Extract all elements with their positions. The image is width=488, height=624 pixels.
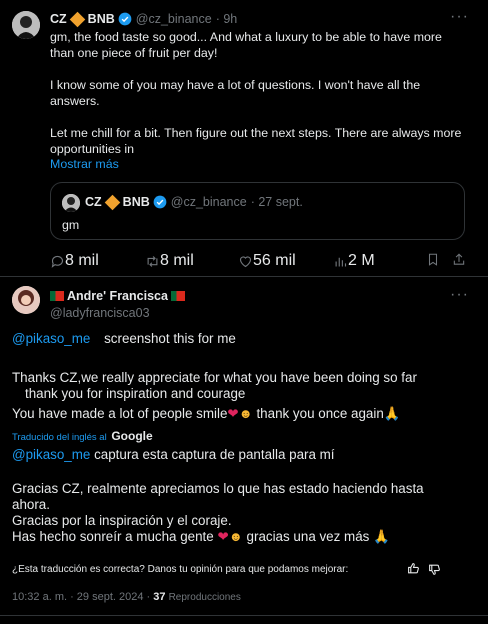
reply-text-4-end: thank you once again bbox=[256, 406, 384, 421]
quote-header: CZ BNB @cz_binance · 27 sept. bbox=[85, 194, 303, 210]
like-count: 56 mil bbox=[253, 252, 296, 269]
tweet-line: gm, the food taste so good... And what a… bbox=[50, 30, 442, 44]
tweet-line: opportunities in bbox=[50, 142, 135, 156]
like-button[interactable]: 56 mil bbox=[238, 252, 296, 270]
author-handle[interactable]: @cz_binance bbox=[136, 12, 212, 26]
quoted-tweet[interactable]: CZ BNB @cz_binance · 27 sept. gm bbox=[50, 182, 465, 240]
portugal-flag-icon bbox=[50, 291, 64, 301]
reply-icon bbox=[51, 255, 64, 268]
reply-line: @pikaso_me screenshot this for me bbox=[12, 331, 236, 348]
smiling-hearts-emoji-icon: ☻ bbox=[228, 529, 243, 544]
reply-line: thank you for inspiration and courage bbox=[25, 386, 246, 401]
translated-line: ahora. bbox=[12, 497, 50, 512]
reply-meta: 10:32 a. m. · 29 sept. 2024 · 37 Reprodu… bbox=[12, 591, 241, 603]
tweet-body: gm, the food taste so good... And what a… bbox=[50, 29, 475, 157]
thumbs-down-icon[interactable] bbox=[428, 563, 441, 581]
more-options-icon[interactable]: ··· bbox=[450, 286, 469, 304]
heart-emoji-icon: ❤ bbox=[217, 529, 229, 544]
tweet-line: Let me chill for a bit. Then figure out … bbox=[50, 126, 462, 140]
reply-line: You have made a lot of people smile❤☻ th… bbox=[12, 406, 400, 423]
more-options-icon[interactable]: ··· bbox=[450, 8, 469, 26]
show-more-link[interactable]: Mostrar más bbox=[50, 157, 119, 171]
mention-link[interactable]: @pikaso_me bbox=[12, 331, 90, 346]
heart-icon bbox=[239, 255, 252, 267]
reply-text-4: You have made a lot of people smile bbox=[12, 406, 228, 421]
verified-badge-icon bbox=[118, 12, 132, 26]
views-chart-icon bbox=[335, 257, 347, 266]
thumbs-up-icon[interactable] bbox=[407, 562, 420, 580]
bookmark-icon[interactable] bbox=[426, 252, 440, 272]
reply-button[interactable]: 8 mil bbox=[50, 252, 99, 270]
translation-credit: Traducido del inglés al Google bbox=[12, 429, 153, 443]
quote-time: · 27 sept. bbox=[250, 195, 303, 209]
mention-link[interactable]: @pikaso_me bbox=[12, 447, 90, 462]
reply-line: Thanks CZ,we really appreciate for what … bbox=[12, 370, 417, 385]
tweet-header: CZ BNB @cz_binance · 9h bbox=[50, 11, 238, 27]
reply-timestamp[interactable]: 10:32 a. m. · 29 sept. 2024 · bbox=[12, 591, 150, 603]
reply-avatar[interactable] bbox=[12, 286, 40, 314]
translated-text-5-end: gracias una vez más bbox=[246, 529, 370, 544]
translated-by-link[interactable]: Traducido del inglés al bbox=[12, 432, 107, 443]
portugal-flag-icon bbox=[170, 291, 185, 301]
quote-text: gm bbox=[62, 218, 80, 232]
translated-line: @pikaso_me captura esta captura de panta… bbox=[12, 447, 335, 464]
retweet-icon bbox=[147, 255, 158, 267]
folded-hands-emoji-icon: 🙏 bbox=[383, 406, 401, 421]
reply-count: 8 mil bbox=[65, 252, 99, 269]
views-count: 2 M bbox=[348, 252, 375, 269]
translation-feedback: ¿Esta traducción es correcta? Danos tu o… bbox=[12, 564, 348, 575]
share-icon[interactable] bbox=[452, 252, 466, 272]
quote-avatar bbox=[62, 194, 80, 212]
bnb-diamond-icon bbox=[104, 194, 120, 210]
reply-text-1: screenshot this for me bbox=[104, 331, 236, 346]
divider bbox=[0, 615, 488, 616]
author-name[interactable]: CZ bbox=[50, 12, 67, 26]
quote-handle: @cz_binance bbox=[170, 195, 247, 209]
quote-author-name: CZ bbox=[85, 195, 102, 209]
translated-line: Gracias por la inspiración y el coraje. bbox=[12, 513, 232, 528]
views-label: Reproducciones bbox=[168, 592, 241, 603]
smiling-hearts-emoji-icon: ☻ bbox=[238, 406, 253, 421]
reply-header: Andre' Francisca bbox=[50, 289, 185, 303]
translated-text-5: Has hecho sonreír a mucha gente bbox=[12, 529, 214, 544]
feedback-question: ¿Esta traducción es correcta? Danos tu o… bbox=[12, 564, 349, 575]
folded-hands-emoji-icon: 🙏 bbox=[373, 529, 390, 544]
tweet-line: answers. bbox=[50, 94, 100, 108]
reply-author-name[interactable]: Andre' Francisca bbox=[67, 289, 168, 303]
verified-badge-icon bbox=[153, 195, 167, 209]
views-number: 37 bbox=[153, 591, 166, 603]
bnb-diamond-icon bbox=[69, 11, 85, 27]
tweet-line: I know some of you may have a lot of que… bbox=[50, 78, 421, 92]
retweet-count: 8 mil bbox=[160, 252, 194, 269]
heart-emoji-icon: ❤ bbox=[227, 406, 239, 421]
quote-author-suffix: BNB bbox=[122, 195, 150, 209]
translated-text-1: captura esta captura de pantalla para mí bbox=[94, 447, 335, 462]
tweet-time[interactable]: · 9h bbox=[216, 12, 238, 26]
retweet-button[interactable]: 8 mil bbox=[145, 252, 194, 270]
views-button[interactable]: 2 M bbox=[333, 252, 375, 270]
translated-line: Gracias CZ, realmente apreciamos lo que … bbox=[12, 481, 424, 496]
google-logo: Google bbox=[111, 429, 153, 443]
reply-handle[interactable]: @ladyfrancisca03 bbox=[50, 306, 150, 320]
author-suffix[interactable]: BNB bbox=[88, 12, 115, 26]
translated-line: Has hecho sonreír a mucha gente ❤☻ graci… bbox=[12, 529, 390, 546]
cz-avatar[interactable] bbox=[12, 11, 40, 39]
tweet-line: than one piece of fruit per day! bbox=[50, 46, 218, 60]
divider bbox=[0, 276, 488, 277]
